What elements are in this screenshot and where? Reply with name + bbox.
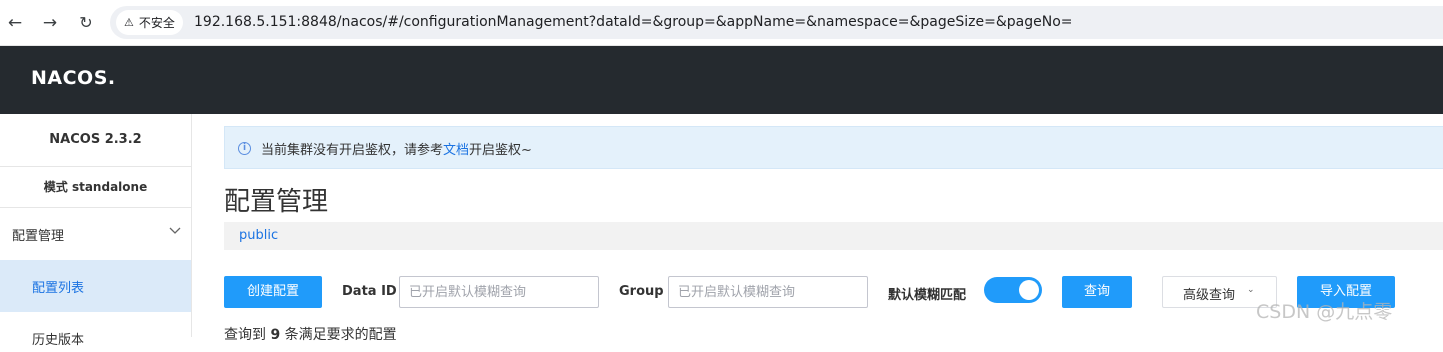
- fuzzy-match-label: 默认模糊匹配: [888, 288, 967, 303]
- chevron-down-icon: ⌄: [1247, 285, 1255, 295]
- namespace-bar: public: [224, 222, 1443, 250]
- result-summary: 查询到 9 条满足要求的配置: [224, 324, 397, 344]
- query-button[interactable]: 查询: [1062, 276, 1132, 308]
- url-text[interactable]: 192.168.5.151:8848/nacos/#/configuration…: [194, 14, 1073, 30]
- sidebar-version: NACOS 2.3.2: [0, 114, 191, 167]
- toggle-knob: [1019, 280, 1039, 300]
- group-input[interactable]: [668, 276, 868, 308]
- sidebar: NACOS 2.3.2 模式 standalone 配置管理 配置列表 历史版本: [0, 114, 192, 348]
- create-config-button[interactable]: 创建配置: [224, 276, 322, 308]
- result-suffix: 条满足要求的配置: [284, 327, 397, 343]
- security-label: 不安全: [138, 16, 175, 30]
- back-arrow-icon[interactable]: ←: [3, 11, 27, 35]
- dataid-label: Data ID: [342, 284, 397, 299]
- notice-text-after: 开启鉴权~: [469, 143, 532, 158]
- warning-triangle-icon: ⚠: [124, 16, 134, 29]
- fuzzy-match-toggle[interactable]: [984, 277, 1042, 303]
- notice-text: 当前集群没有开启鉴权，请参考文档开启鉴权~: [261, 139, 532, 158]
- sidebar-item-history[interactable]: 历史版本: [0, 322, 191, 352]
- address-bar[interactable]: ⚠ 不安全 192.168.5.151:8848/nacos/#/configu…: [110, 6, 1443, 39]
- notice-text-before: 当前集群没有开启鉴权，请参考: [261, 143, 444, 158]
- page-title: 配置管理: [224, 187, 329, 217]
- sidebar-item-label: 历史版本: [32, 333, 85, 348]
- chevron-down-icon: [169, 227, 181, 234]
- docs-link[interactable]: 文档: [443, 143, 469, 158]
- result-count: 9: [270, 327, 281, 343]
- nacos-logo[interactable]: NACOS.: [31, 67, 116, 89]
- sidebar-mode: 模式 standalone: [0, 167, 191, 208]
- auth-notice: i 当前集群没有开启鉴权，请参考文档开启鉴权~: [224, 126, 1443, 169]
- reload-icon[interactable]: ↻: [74, 11, 98, 35]
- info-icon: i: [238, 142, 251, 155]
- advanced-query-label: 高级查询: [1183, 288, 1236, 303]
- sidebar-group-label: 配置管理: [12, 229, 65, 244]
- result-prefix: 查询到: [224, 327, 266, 343]
- sidebar-item-label: 配置列表: [32, 281, 85, 296]
- sidebar-item-config-list[interactable]: 配置列表: [0, 260, 191, 312]
- sidebar-group-config-management[interactable]: 配置管理: [0, 208, 191, 260]
- app-header: NACOS.: [0, 46, 1443, 114]
- dataid-input[interactable]: [399, 276, 599, 308]
- security-chip[interactable]: ⚠ 不安全: [116, 10, 183, 35]
- browser-toolbar: ← → ↻ ⚠ 不安全 192.168.5.151:8848/nacos/#/c…: [0, 0, 1443, 46]
- namespace-public[interactable]: public: [239, 228, 278, 243]
- csdn-watermark: CSDN @九点零: [1256, 301, 1393, 323]
- forward-arrow-icon[interactable]: →: [38, 11, 62, 35]
- group-label: Group: [619, 284, 664, 299]
